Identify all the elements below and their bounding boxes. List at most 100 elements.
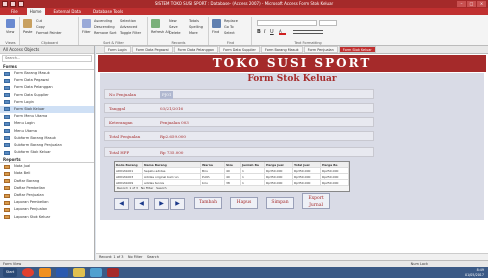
nav-form-item[interactable]: Form Login <box>0 99 94 106</box>
nav-report-item[interactable]: Nota Beli <box>0 170 94 177</box>
subform-cell[interactable]: Rp350.000 <box>293 174 321 179</box>
record-search-input[interactable]: Search <box>147 255 159 259</box>
subform-cell[interactable]: Biru <box>201 168 225 173</box>
nav-form-item[interactable]: Menu Utama <box>0 128 94 135</box>
subform-column-header[interactable]: Total Jual <box>293 162 321 167</box>
word-icon[interactable] <box>56 268 68 277</box>
more-button[interactable]: More <box>189 31 198 35</box>
document-tab[interactable]: Form Barang Masuk <box>260 46 303 53</box>
record-navigation-bar[interactable]: Record: 1 of 3 No Filter Search <box>96 253 488 260</box>
nav-form-item[interactable]: Menu Login <box>0 120 94 127</box>
font-name-select[interactable] <box>257 20 317 26</box>
subform-cell[interactable]: Rp250.000 <box>321 180 349 185</box>
total-penjualan-input[interactable]: Rp2.659.000 <box>160 133 186 141</box>
descending-button[interactable]: Descending <box>94 25 115 29</box>
total-hpp-input[interactable]: Rp 735.000 <box>160 149 183 157</box>
subform-column-header[interactable]: Nama Barang <box>143 162 201 167</box>
no-penjualan-input[interactable]: PJ01 <box>160 91 174 99</box>
ascending-button[interactable]: Ascending <box>94 19 112 23</box>
nav-header[interactable]: All Access Objects <box>0 46 94 54</box>
subform-cell[interactable]: Rp250.000 <box>321 168 349 173</box>
totals-button[interactable]: Totals <box>189 19 199 23</box>
subform-cell[interactable]: 1 <box>241 174 265 179</box>
nav-form-item[interactable]: Form Data Supplier <box>0 92 94 99</box>
subform-cell[interactable]: 38 <box>225 180 241 185</box>
subform-stok-keluar[interactable]: Kode Barang Nama Barang Warna Size Jumlah Ba… <box>114 161 350 192</box>
subform-cell[interactable]: Rp350.000 <box>265 180 293 185</box>
subform-cell[interactable]: Rp350.000 <box>293 180 321 185</box>
subform-no-filter[interactable]: No Filter <box>141 186 153 190</box>
format-painter-button[interactable]: Format Painter <box>36 31 62 35</box>
italic-icon[interactable]: I <box>264 29 265 35</box>
document-tab[interactable]: Form Data Supplier <box>219 46 260 53</box>
tab-file[interactable]: File <box>8 8 21 15</box>
simpan-button[interactable]: Simpan <box>266 197 294 209</box>
binoculars-icon[interactable] <box>212 19 221 28</box>
start-button[interactable]: Start <box>3 268 17 277</box>
paste-icon[interactable] <box>23 19 32 28</box>
paint-icon[interactable] <box>90 268 102 277</box>
subform-cell[interactable]: ADIDAS001 <box>115 168 143 173</box>
subform-column-header[interactable]: Harga Be <box>321 162 349 167</box>
find-button[interactable]: Find <box>212 30 219 34</box>
nav-report-item[interactable]: Laporan Penjualan <box>0 206 94 213</box>
subform-cell[interactable]: 40 <box>225 174 241 179</box>
cut-button[interactable]: Cut <box>36 19 42 23</box>
advanced-button[interactable]: Advanced <box>120 25 137 29</box>
document-tab[interactable]: Form Stok Keluar <box>338 46 376 53</box>
access-logo-icon[interactable] <box>2 1 8 7</box>
subform-cell[interactable]: 1 <box>241 168 265 173</box>
subform-search[interactable]: Search <box>156 186 166 190</box>
nav-form-item[interactable]: Form Menu Utama <box>0 113 94 120</box>
selection-button[interactable]: Selection <box>120 19 136 23</box>
nav-form-item[interactable]: Subform Barang Penjualan <box>0 142 94 149</box>
media-player-icon[interactable] <box>39 268 51 277</box>
undo-icon[interactable] <box>18 1 24 7</box>
no-filter-button[interactable]: No Filter <box>128 255 143 259</box>
subform-cell[interactable]: Rp350.000 <box>293 168 321 173</box>
bold-icon[interactable]: B <box>257 29 261 35</box>
toggle-filter-button[interactable]: Toggle Filter <box>120 31 141 35</box>
nav-section-forms[interactable]: Forms <box>0 63 94 70</box>
document-tab[interactable]: Form Login <box>104 46 131 53</box>
view-icon[interactable] <box>6 19 15 28</box>
paste-button[interactable]: Paste <box>23 30 32 34</box>
goto-button[interactable]: Go To <box>224 25 234 29</box>
spelling-button[interactable]: Spelling <box>189 25 203 29</box>
prev-record-button[interactable]: ◀ <box>134 198 149 210</box>
nav-form-item[interactable]: Form Data Pelanggan <box>0 84 94 91</box>
nav-section-reports[interactable]: Reports <box>0 156 94 164</box>
subform-column-header[interactable]: Harga Jual <box>265 162 293 167</box>
subform-cell[interactable]: biru <box>201 180 225 185</box>
filter-button[interactable]: Filter <box>82 30 91 34</box>
explorer-icon[interactable] <box>73 268 85 277</box>
tanggal-input[interactable]: 03/21/2016 <box>160 105 183 113</box>
nav-report-item[interactable]: Daftar Barang <box>0 178 94 185</box>
save-record-button[interactable]: Save <box>169 25 178 29</box>
tab-home[interactable]: Home <box>26 8 45 15</box>
tab-external-data[interactable]: External Data <box>51 8 84 15</box>
close-button[interactable]: × <box>477 1 486 7</box>
select-button[interactable]: Select <box>224 31 235 35</box>
subform-record-nav[interactable]: Record: 1 of 3 No Filter Search <box>115 186 349 191</box>
minimize-button[interactable]: – <box>457 1 466 7</box>
subform-cell[interactable]: 40 <box>225 168 241 173</box>
remove-sort-button[interactable]: Remove Sort <box>94 31 117 35</box>
subform-cell[interactable]: Sepatu adidas <box>143 168 201 173</box>
align-icons[interactable] <box>293 30 323 34</box>
subform-column-header[interactable]: Warna <box>201 162 225 167</box>
subform-column-header[interactable]: Size <box>225 162 241 167</box>
delete-record-button[interactable]: Delete <box>169 31 181 35</box>
export-jurnal-button[interactable]: Export Jurnal <box>302 193 330 209</box>
subform-cell[interactable]: Adidas original ball run <box>143 174 201 179</box>
next-record-button[interactable]: ▶ <box>154 198 169 210</box>
hapus-button[interactable]: Hapus <box>230 197 258 209</box>
subform-column-header[interactable]: Kode Barang <box>115 162 143 167</box>
replace-button[interactable]: Replace <box>224 19 238 23</box>
nav-search-input[interactable]: Search... <box>2 55 92 62</box>
subform-cell[interactable]: ADIDAS003 <box>115 174 143 179</box>
subform-cell[interactable]: Putih <box>201 174 225 179</box>
last-record-button[interactable]: ▶ <box>170 198 185 210</box>
new-record-button[interactable]: New <box>169 19 177 23</box>
subform-column-header[interactable]: Jumlah Ba <box>241 162 265 167</box>
